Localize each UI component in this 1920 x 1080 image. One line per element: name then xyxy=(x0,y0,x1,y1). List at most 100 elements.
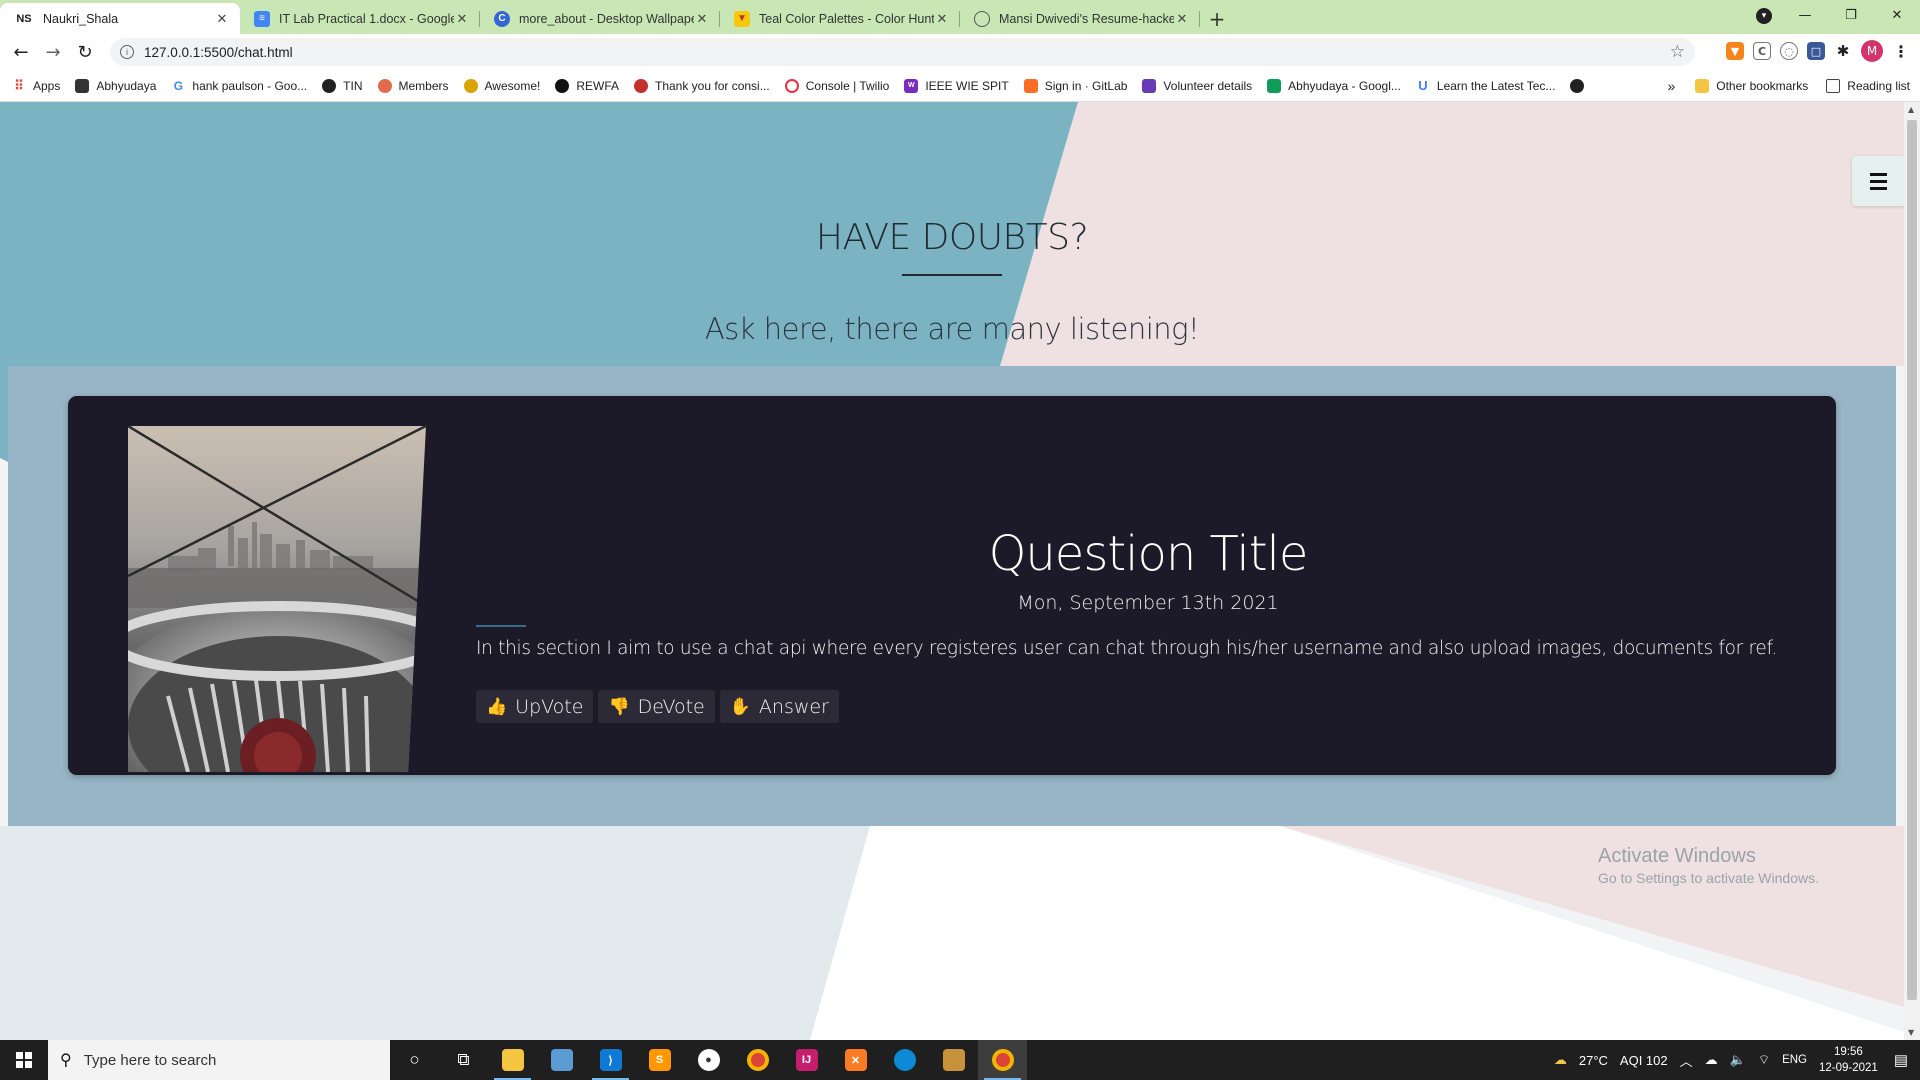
hamburger-menu-icon xyxy=(1869,172,1887,176)
cortana-icon[interactable]: ○ xyxy=(390,1040,439,1080)
members-icon xyxy=(377,78,392,93)
input-language[interactable]: ENG xyxy=(1782,1054,1807,1066)
network-cloud-icon[interactable]: ☁ xyxy=(1705,1052,1718,1068)
extension-square-icon[interactable]: □ xyxy=(1807,42,1825,60)
bookmark-abhyudaya[interactable]: Abhyudaya xyxy=(75,78,156,93)
question-divider xyxy=(476,625,526,627)
menu-kebab-icon[interactable]: ⋮ xyxy=(1892,42,1910,61)
clock[interactable]: 19:56 12-09-2021 xyxy=(1819,1044,1878,1076)
bookmark-star-icon[interactable]: ☆ xyxy=(1670,42,1685,62)
weather-temp[interactable]: 27°C xyxy=(1579,1053,1608,1068)
show-hidden-icons-chevron-icon[interactable]: ︿ xyxy=(1680,1051,1693,1070)
close-tab-icon[interactable]: ✕ xyxy=(934,11,950,27)
other-bookmarks[interactable]: Other bookmarks xyxy=(1695,79,1808,93)
bookmark-rewfa[interactable]: REWFA xyxy=(555,78,619,93)
minimize-button[interactable]: — xyxy=(1782,0,1828,30)
tab-it-lab-practical[interactable]: ≡ IT Lab Practical 1.docx - Google D ✕ xyxy=(240,3,480,34)
restore-button[interactable]: ❐ xyxy=(1828,0,1874,30)
tab-naukri-shala[interactable]: NS Naukri_Shala ✕ xyxy=(0,3,240,34)
hamburger-menu-button[interactable] xyxy=(1852,156,1904,206)
tab-more-about[interactable]: C more_about - Desktop Wallpaper ✕ xyxy=(480,3,720,34)
bookmark-label: Volunteer details xyxy=(1163,78,1253,93)
bookmark-awesome[interactable]: Awesome! xyxy=(463,78,540,93)
edge-icon[interactable] xyxy=(880,1040,929,1080)
file-explorer-icon[interactable] xyxy=(488,1040,537,1080)
bookmark-ieee-wie[interactable]: W IEEE WIE SPIT xyxy=(904,78,1009,93)
forward-arrow-icon[interactable]: → xyxy=(38,37,68,67)
page-scrollbar[interactable]: ▲ ▼ xyxy=(1904,102,1920,1040)
bookmark-label: Apps xyxy=(33,78,61,93)
android-studio-icon[interactable]: ● xyxy=(684,1040,733,1080)
close-tab-icon[interactable]: ✕ xyxy=(1174,11,1190,27)
start-button[interactable] xyxy=(0,1040,48,1080)
xampp-icon[interactable]: ✕ xyxy=(831,1040,880,1080)
tab-resume[interactable]: Mansi Dwivedi's Resume-hacker ✕ xyxy=(960,3,1200,34)
bookmark-thank-you[interactable]: Thank you for consi... xyxy=(634,78,770,93)
bookmark-volunteer[interactable]: Volunteer details xyxy=(1142,78,1253,93)
extension-circle-icon[interactable]: ◌ xyxy=(1780,42,1798,60)
bookmark-globe[interactable] xyxy=(1570,78,1591,93)
sublime-text-icon[interactable]: S xyxy=(635,1040,684,1080)
reading-list[interactable]: Reading list xyxy=(1826,79,1910,93)
bookmark-twilio[interactable]: Console | Twilio xyxy=(784,78,889,93)
weather-icon[interactable]: ☁ xyxy=(1554,1052,1567,1068)
bookmark-learn-latest[interactable]: U Learn the Latest Tec... xyxy=(1416,78,1556,93)
bookmark-abhyudaya-sheet[interactable]: Abhyudaya - Googl... xyxy=(1267,78,1401,93)
bookmark-members[interactable]: Members xyxy=(377,78,449,93)
aqi-value[interactable]: AQI 102 xyxy=(1620,1053,1668,1068)
paint-icon[interactable] xyxy=(537,1040,586,1080)
address-bar[interactable]: i 127.0.0.1:5500/chat.html ☆ xyxy=(110,38,1695,66)
close-tab-icon[interactable]: ✕ xyxy=(214,11,230,27)
bookmark-label: Other bookmarks xyxy=(1716,79,1809,93)
package-icon[interactable] xyxy=(929,1040,978,1080)
close-tab-icon[interactable]: ✕ xyxy=(454,11,470,27)
awesome-icon xyxy=(463,78,478,93)
puzzle-icon[interactable]: ✱ xyxy=(1834,42,1852,60)
devote-button[interactable]: 👎 DeVote xyxy=(598,690,715,723)
close-window-button[interactable]: ✕ xyxy=(1874,0,1920,30)
metamask-icon[interactable]: ▼ xyxy=(1726,42,1744,60)
chrome-icon[interactable] xyxy=(733,1040,782,1080)
scroll-up-arrow-icon[interactable]: ▲ xyxy=(1908,105,1914,114)
overflow-chevron-icon: » xyxy=(1667,78,1676,94)
forms-icon xyxy=(1142,78,1157,93)
task-view-icon[interactable]: ⧉ xyxy=(439,1040,488,1080)
extension-c-icon[interactable]: C xyxy=(1753,42,1771,60)
wifi-icon[interactable]: ⌔ xyxy=(1758,1052,1770,1068)
opera-icon xyxy=(634,78,648,93)
tab-color-hunt[interactable]: ▼ Teal Color Palettes - Color Hunt ✕ xyxy=(720,3,960,34)
answer-button[interactable]: ✋ Answer xyxy=(719,690,839,723)
bookmark-tin[interactable]: TIN xyxy=(322,78,363,93)
system-tray: ☁ 27°C AQI 102 ︿ ☁ 🔈 ⌔ ENG 19:56 12-09-2… xyxy=(1548,1040,1920,1080)
bookmark-apps[interactable]: ⠿ Apps xyxy=(12,78,61,93)
volume-muted-icon[interactable]: 🔈 xyxy=(1730,1052,1746,1068)
upvote-button[interactable]: 👍 UpVote xyxy=(476,690,594,723)
profile-avatar[interactable]: M xyxy=(1861,40,1883,62)
bookmark-hank-paulson[interactable]: G hank paulson - Goo... xyxy=(171,79,307,93)
scroll-down-arrow-icon[interactable]: ▼ xyxy=(1908,1028,1914,1037)
taskbar-search-box[interactable]: ⚲ Type here to search xyxy=(48,1040,390,1080)
activate-windows-watermark: Activate Windows Go to Settings to activ… xyxy=(1598,845,1819,886)
bookmark-label: Learn the Latest Tec... xyxy=(1436,78,1556,93)
udemy-icon: U xyxy=(1418,78,1428,93)
bookmark-label: REWFA xyxy=(576,78,619,93)
color-hunt-icon: ▼ xyxy=(734,10,750,27)
bookmark-gitlab[interactable]: Sign in · GitLab xyxy=(1023,78,1127,93)
bookmarks-overflow-button[interactable]: » xyxy=(1667,78,1675,94)
thumbs-up-icon: 👍 xyxy=(486,696,508,717)
new-tab-button[interactable]: + xyxy=(1200,3,1234,34)
close-tab-icon[interactable]: ✕ xyxy=(694,11,710,27)
windows-taskbar: ⚲ Type here to search ○ ⧉ ⟩ S ● IJ ✕ ☁ 2… xyxy=(0,1040,1920,1080)
scrollbar-thumb[interactable] xyxy=(1907,120,1917,1000)
question-actions: 👍 UpVote 👎 DeVote ✋ Answer xyxy=(476,690,839,723)
site-info-icon[interactable]: i xyxy=(120,45,134,59)
back-arrow-icon[interactable]: ← xyxy=(6,37,36,67)
globe-icon xyxy=(974,10,990,27)
vscode-icon[interactable]: ⟩ xyxy=(586,1040,635,1080)
intellij-icon[interactable]: IJ xyxy=(782,1040,831,1080)
upvote-label: UpVote xyxy=(515,695,584,718)
tab-search-icon[interactable]: ▾ xyxy=(1756,8,1772,24)
notifications-icon[interactable]: ▤ xyxy=(1894,1051,1908,1069)
chrome-active-icon[interactable] xyxy=(978,1040,1027,1080)
reload-icon[interactable]: ↻ xyxy=(70,37,100,67)
